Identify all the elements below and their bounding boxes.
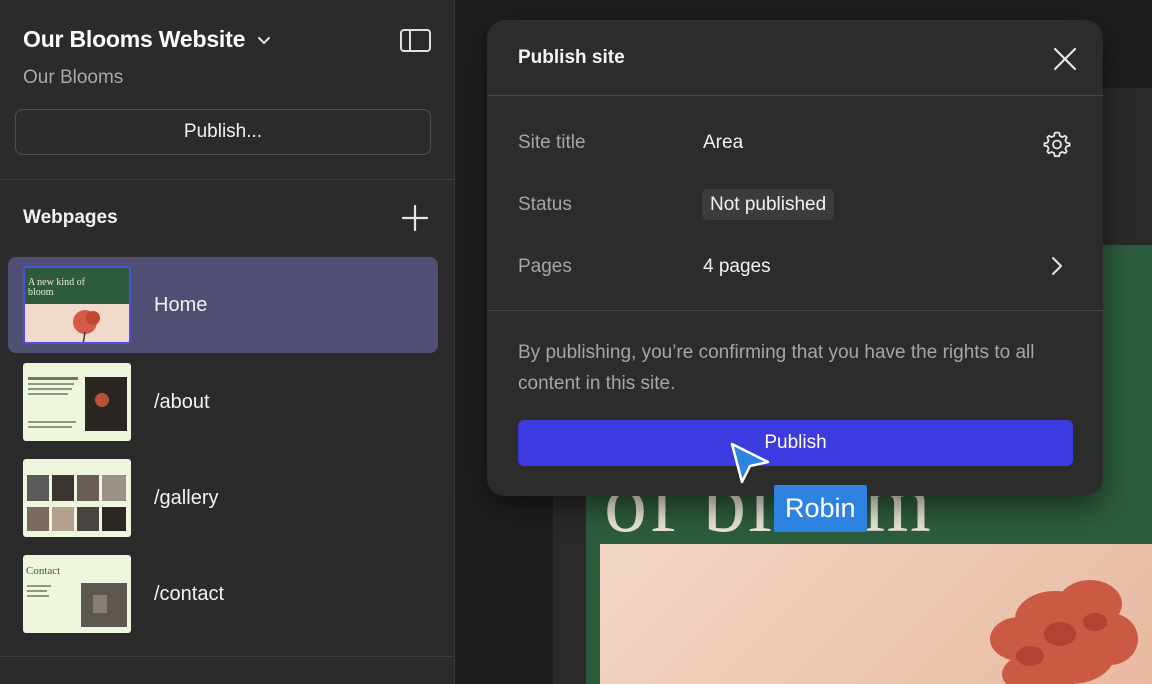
pages-label: Pages (518, 256, 572, 277)
dialog-divider (487, 310, 1103, 311)
gear-icon[interactable] (1042, 129, 1072, 159)
sidebar-divider (0, 179, 455, 180)
cursor-arrow-icon (730, 442, 770, 484)
site-name: Our Blooms Website (23, 26, 246, 52)
dialog-title: Publish site (518, 47, 625, 68)
site-title-label: Site title (518, 132, 586, 153)
page-label: Home (154, 293, 208, 316)
site-subtitle: Our Blooms (23, 67, 124, 88)
status-badge: Not published (702, 189, 835, 220)
page-thumbnail-contact: Contact (23, 555, 131, 633)
chevron-right-icon[interactable] (1045, 252, 1069, 280)
preview-hero-image (600, 544, 1152, 684)
publish-dialog: Publish site Site title Area Status Not … (487, 20, 1103, 496)
chevron-down-icon (258, 36, 271, 44)
close-icon[interactable] (1050, 44, 1080, 74)
page-label: /contact (154, 582, 225, 605)
dialog-divider (487, 95, 1103, 96)
page-item-home[interactable]: A new kind of bloom Home (8, 257, 438, 353)
site-title-value: Area (703, 132, 744, 153)
page-thumbnail-about (23, 363, 131, 441)
collaborator-name-tag: Robin (774, 485, 867, 532)
pages-value[interactable]: 4 pages (703, 256, 771, 278)
page-label: /gallery (154, 486, 219, 509)
page-item-about[interactable]: /about (8, 354, 438, 450)
publish-menu-button[interactable]: Publish... (15, 109, 431, 155)
page-thumbnail-gallery (23, 459, 131, 537)
site-switcher[interactable]: Our Blooms Website (23, 26, 273, 53)
sidebar-toggle-icon[interactable] (398, 26, 432, 54)
sidebar-divider (0, 656, 455, 657)
sidebar: Our Blooms Website Our Blooms Publish...… (0, 0, 455, 684)
add-page-icon[interactable] (400, 203, 430, 233)
page-label: /about (154, 390, 210, 413)
webpages-title: Webpages (23, 207, 118, 228)
page-item-gallery[interactable]: /gallery (8, 450, 438, 546)
page-item-contact[interactable]: Contact /contact (8, 546, 438, 642)
publish-button[interactable]: Publish (518, 420, 1073, 466)
page-thumbnail-home: A new kind of bloom (23, 266, 131, 344)
status-label: Status (518, 194, 572, 215)
publish-disclaimer: By publishing, you’re confirming that yo… (518, 342, 1035, 394)
